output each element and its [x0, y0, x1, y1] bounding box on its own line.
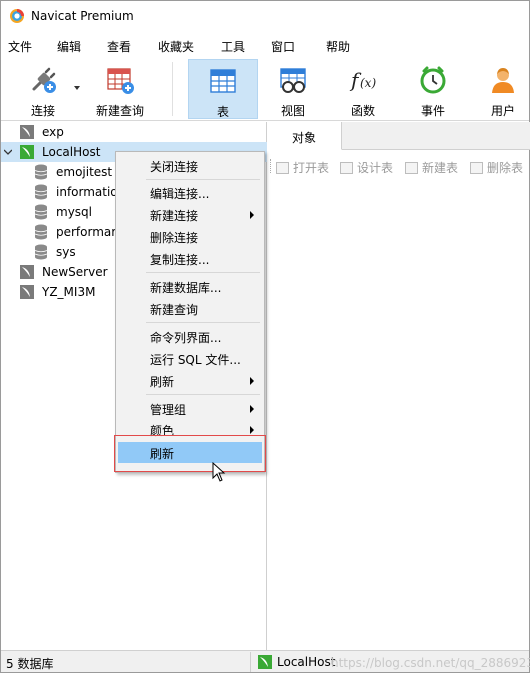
menu-file[interactable]: 文件	[8, 38, 32, 55]
tab-bar: 对象	[268, 122, 530, 150]
user-button[interactable]: 用户	[473, 59, 530, 119]
delete-table-icon	[470, 162, 483, 174]
menu-edit-connection[interactable]: 编辑连接...	[118, 182, 262, 203]
toolbar-grip	[270, 159, 272, 173]
tree-db-label: mysql	[56, 205, 92, 219]
user-icon	[492, 68, 514, 93]
database-icon	[34, 244, 48, 260]
view-button[interactable]: 视图	[263, 59, 323, 119]
tree-db-label: informatio	[56, 185, 118, 199]
function-label: 函数	[350, 104, 375, 118]
clock-icon	[420, 66, 446, 94]
open-table-button[interactable]: 打开表	[276, 159, 329, 176]
table-label: 表	[216, 105, 229, 119]
menu-help[interactable]: 帮助	[326, 38, 350, 55]
new-query-button[interactable]: 新建查询	[89, 59, 151, 119]
database-icon	[34, 184, 48, 200]
window-title: Navicat Premium	[31, 9, 134, 23]
chevron-down-icon[interactable]	[4, 148, 12, 156]
view-label: 视图	[280, 104, 305, 118]
tree-db-label: performar	[56, 225, 117, 239]
watermark: https://blog.csdn.net/qq_28869233	[331, 656, 530, 670]
connection-icon	[20, 285, 34, 299]
menu-separator	[146, 322, 260, 323]
connection-active-icon	[258, 655, 272, 669]
event-label: 事件	[420, 104, 445, 118]
toolbar-separator	[172, 62, 173, 116]
status-bar: 5 数据库 LocalHost https://blog.csdn.net/qq…	[1, 650, 530, 672]
tab-objects-label: 对象	[292, 131, 317, 145]
table-icon	[210, 69, 236, 93]
navicat-logo-icon	[10, 9, 24, 23]
database-icon	[34, 164, 48, 180]
menu-edit[interactable]: 编辑	[57, 38, 81, 55]
plug-icon	[32, 67, 56, 93]
database-count: 5 数据库	[6, 657, 54, 671]
tree-item-label: NewServer	[42, 265, 108, 279]
connect-dropdown-arrow-icon[interactable]	[74, 86, 80, 90]
connect-label: 连接	[30, 104, 55, 118]
new-query-icon	[107, 68, 134, 94]
title-bar: Navicat Premium	[1, 1, 529, 31]
function-icon: f (x)	[349, 68, 376, 92]
tree-item-label: exp	[42, 125, 64, 139]
mouse-cursor-icon	[212, 462, 226, 482]
status-connection-label: LocalHost	[277, 655, 336, 669]
delete-table-button[interactable]: 删除表	[470, 159, 523, 176]
submenu-arrow-icon	[250, 426, 254, 434]
view-icon	[280, 68, 306, 93]
status-divider	[250, 652, 251, 672]
tree-db-label: sys	[56, 245, 76, 259]
menu-command-line[interactable]: 命令列界面...	[118, 326, 262, 347]
menu-new-database[interactable]: 新建数据库...	[118, 276, 262, 297]
tab-objects[interactable]: 对象	[268, 122, 342, 150]
svg-text:(x): (x)	[360, 76, 376, 90]
menu-bar: 文件 编辑 查看 收藏夹 工具 窗口 帮助	[1, 34, 529, 56]
database-icon	[34, 224, 48, 240]
menu-delete-connection[interactable]: 删除连接	[118, 226, 262, 247]
database-icon	[34, 204, 48, 220]
menu-separator	[146, 272, 260, 273]
menu-tools[interactable]: 工具	[221, 38, 245, 55]
menu-window[interactable]: 窗口	[271, 38, 295, 55]
menu-run-sql-file[interactable]: 运行 SQL 文件...	[118, 348, 262, 369]
menu-favorites[interactable]: 收藏夹	[158, 38, 194, 55]
menu-new-connection[interactable]: 新建连接	[118, 204, 262, 225]
event-button[interactable]: 事件	[403, 59, 463, 119]
new-table-icon	[405, 162, 418, 174]
highlight-annotation	[114, 435, 266, 472]
menu-separator	[146, 179, 260, 180]
menu-separator	[146, 394, 260, 395]
main-toolbar: 连接 新建查询 表 视图 f (x) 函数 事件 用户	[1, 56, 529, 121]
new-query-label: 新建查询	[95, 104, 144, 118]
design-table-icon	[340, 162, 353, 174]
submenu-arrow-icon	[250, 405, 254, 413]
connection-active-icon	[20, 145, 34, 159]
menu-manage-group[interactable]: 管理组	[118, 398, 262, 419]
context-menu: 关闭连接 编辑连接... 新建连接 删除连接 复制连接... 新建数据库... …	[115, 151, 265, 473]
connect-button[interactable]: 连接	[15, 59, 71, 119]
tree-item-label: LocalHost	[42, 145, 101, 159]
open-table-icon	[276, 162, 289, 174]
new-table-button[interactable]: 新建表	[405, 159, 458, 176]
menu-refresh-submenu[interactable]: 刷新	[118, 370, 262, 391]
object-toolbar: 打开表 设计表 新建表 删除表	[268, 151, 530, 181]
navicat-window: Navicat Premium 文件 编辑 查看 收藏夹 工具 窗口 帮助 连接	[0, 0, 530, 673]
connection-icon	[20, 125, 34, 139]
function-button[interactable]: f (x) 函数	[333, 59, 393, 119]
submenu-arrow-icon	[250, 211, 254, 219]
design-table-button[interactable]: 设计表	[340, 159, 393, 176]
submenu-arrow-icon	[250, 377, 254, 385]
tree-item-label: YZ_MI3M	[42, 285, 96, 299]
tree-db-label: emojitest	[56, 165, 113, 179]
table-button[interactable]: 表	[188, 59, 258, 119]
tree-item-exp[interactable]: exp	[1, 122, 267, 142]
menu-view[interactable]: 查看	[107, 38, 131, 55]
menu-copy-connection[interactable]: 复制连接...	[118, 248, 262, 269]
connection-icon	[20, 265, 34, 279]
menu-new-query[interactable]: 新建查询	[118, 298, 262, 319]
menu-close-connection[interactable]: 关闭连接	[118, 155, 262, 176]
user-label: 用户	[490, 104, 515, 118]
